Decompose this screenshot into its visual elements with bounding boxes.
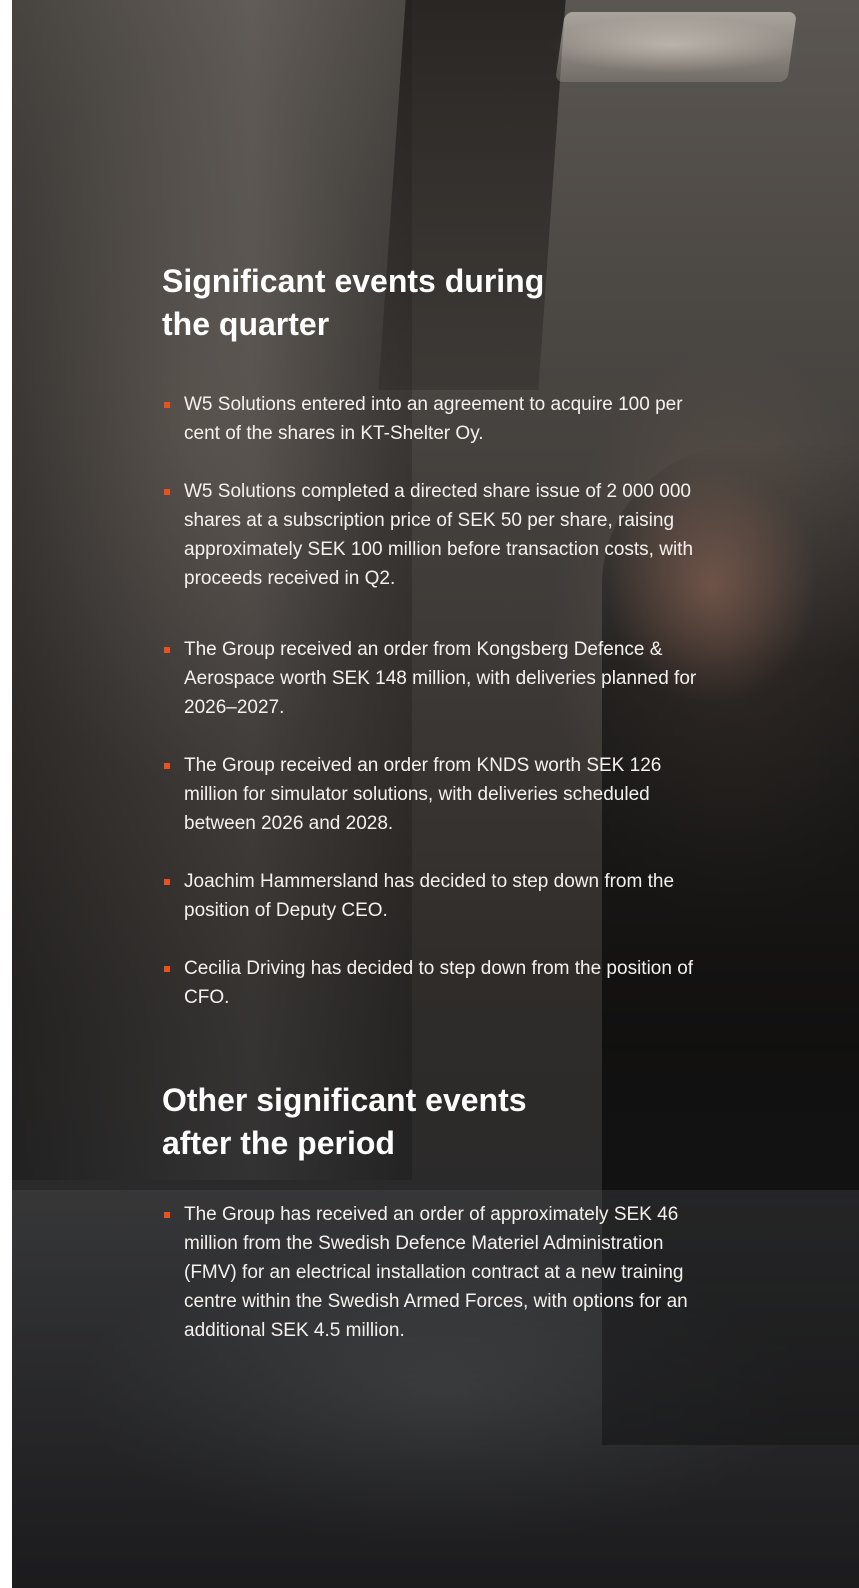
bullet-square-icon — [164, 966, 170, 972]
section-after-period-events: Other significant events after the perio… — [162, 1079, 702, 1345]
section-quarter-heading: Significant events during the quarter — [162, 263, 545, 342]
list-item-text: The Group received an order from KNDS wo… — [184, 755, 662, 834]
list-item-text: Cecilia Driving has decided to step down… — [184, 958, 694, 1008]
list-item: Cecilia Driving has decided to step down… — [162, 954, 702, 1012]
bullet-square-icon — [164, 402, 170, 408]
list-item: The Group received an order from Kongsbe… — [162, 635, 702, 722]
list-item-text: Joachim Hammersland has decided to step … — [184, 871, 675, 921]
list-item: The Group received an order from KNDS wo… — [162, 751, 702, 838]
quarter-events-list: W5 Solutions entered into an agreement t… — [162, 390, 702, 1012]
list-item-text: W5 Solutions completed a directed share … — [184, 481, 694, 589]
list-item: W5 Solutions entered into an agreement t… — [162, 390, 702, 448]
list-item: The Group has received an order of appro… — [162, 1200, 702, 1345]
bullet-square-icon — [164, 489, 170, 495]
events-content: Significant events during the quarter W5… — [162, 260, 702, 1345]
bullet-square-icon — [164, 763, 170, 769]
list-item: Joachim Hammersland has decided to step … — [162, 867, 702, 925]
list-item-text: The Group received an order from Kongsbe… — [184, 639, 697, 718]
list-item-text: W5 Solutions entered into an agreement t… — [184, 394, 683, 444]
background-photo-ceiling-light — [555, 12, 797, 82]
section-after-heading: Other significant events after the perio… — [162, 1082, 527, 1161]
bullet-square-icon — [164, 1212, 170, 1218]
list-item: W5 Solutions completed a directed share … — [162, 477, 702, 593]
report-page: Significant events during the quarter W5… — [12, 0, 859, 1588]
bullet-square-icon — [164, 879, 170, 885]
list-item-text: The Group has received an order of appro… — [184, 1204, 688, 1341]
after-period-events-list: The Group has received an order of appro… — [162, 1200, 702, 1345]
bullet-square-icon — [164, 647, 170, 653]
section-quarter-events: Significant events during the quarter W5… — [162, 260, 702, 1012]
